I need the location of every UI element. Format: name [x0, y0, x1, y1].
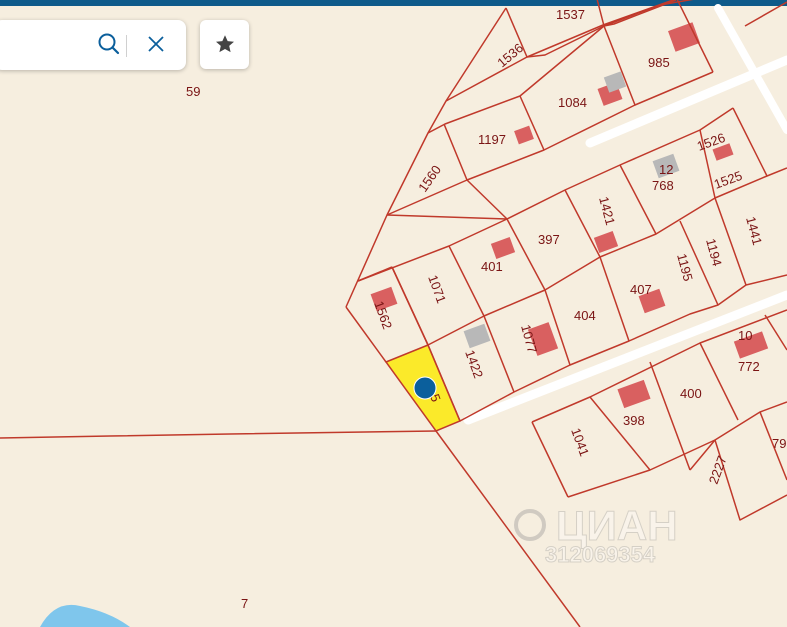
label-1441: 1441 — [743, 215, 765, 247]
label-1197: 1197 — [478, 132, 506, 147]
label-401: 401 — [481, 259, 503, 274]
label-1041: 1041 — [568, 426, 592, 458]
label-772: 772 — [738, 359, 760, 374]
cadastral-map[interactable]: ЦИАН 312069354 59 7 1537 1536 985 1084 1… — [0, 0, 787, 627]
label-2227: 2227 — [706, 454, 730, 486]
label-59: 59 — [186, 84, 200, 99]
label-768: 768 — [652, 178, 674, 193]
label-1421: 1421 — [596, 195, 618, 227]
label-985: 985 — [648, 55, 670, 70]
water-body — [40, 604, 130, 627]
favorite-button[interactable] — [200, 20, 249, 69]
watermark-number: 312069354 — [545, 542, 656, 567]
search-icon[interactable] — [97, 32, 121, 61]
label-7: 7 — [241, 596, 248, 611]
star-icon — [214, 33, 236, 60]
watermark: ЦИАН 312069354 — [514, 502, 678, 568]
label-1071: 1071 — [425, 273, 449, 305]
location-marker[interactable] — [413, 376, 437, 400]
search-divider — [126, 35, 127, 57]
label-407: 407 — [630, 282, 652, 297]
label-1195: 1195 — [674, 252, 696, 283]
label-79: 79 — [772, 436, 786, 451]
label-12: 12 — [659, 162, 673, 177]
label-1422: 1422 — [462, 348, 486, 380]
label-404: 404 — [574, 308, 596, 323]
label-1194: 1194 — [703, 237, 725, 268]
label-1537: 1537 — [556, 7, 585, 22]
label-10: 10 — [738, 328, 752, 343]
label-398: 398 — [623, 413, 645, 428]
label-400: 400 — [680, 386, 702, 401]
search-box — [0, 20, 186, 70]
label-1084: 1084 — [558, 95, 587, 110]
label-397: 397 — [538, 232, 560, 247]
close-icon[interactable] — [146, 34, 166, 59]
search-input[interactable] — [4, 32, 88, 60]
label-1560: 1560 — [415, 162, 444, 194]
